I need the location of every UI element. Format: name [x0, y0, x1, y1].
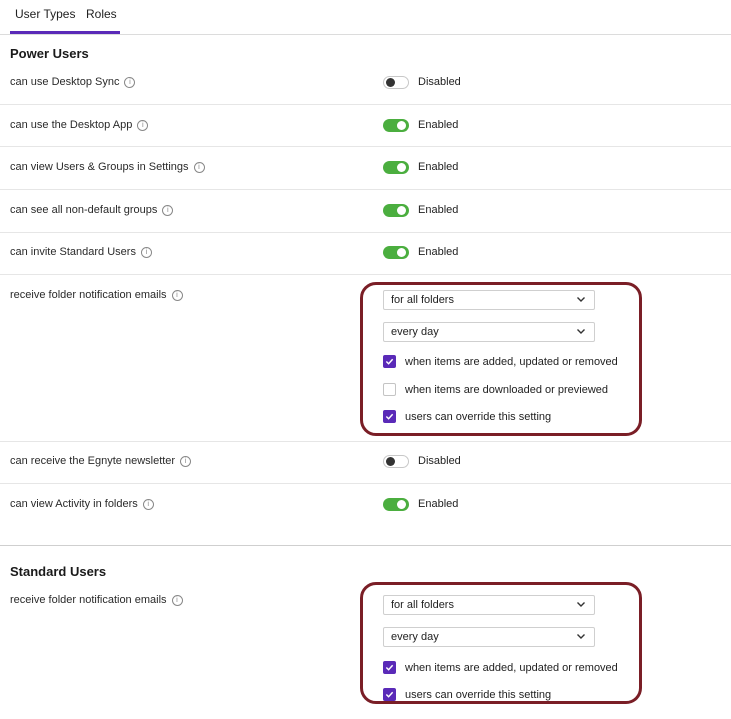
info-icon[interactable]: i [162, 204, 174, 216]
option-users-override: users can override this setting [383, 410, 551, 423]
toggle-knob [397, 500, 406, 509]
status-view-activity: Enabled [418, 498, 459, 510]
setting-label-text: can use Desktop Sync [10, 76, 120, 88]
tabs-divider [0, 34, 731, 35]
setting-label-text: can view Activity in folders [10, 498, 138, 510]
chevron-down-icon [577, 634, 585, 639]
option-items-downloaded: when items are downloaded or previewed [383, 383, 608, 396]
setting-label-text: receive folder notification emails [10, 289, 167, 301]
toggle-newsletter[interactable] [383, 455, 409, 468]
setting-label-text: can use the Desktop App [10, 119, 133, 131]
checkbox-items-added[interactable] [383, 355, 396, 368]
setting-label-folder-notifications: receive folder notification emails i [10, 289, 183, 301]
chevron-down-icon [577, 602, 585, 607]
info-icon[interactable]: i [180, 455, 192, 467]
toggle-view-activity[interactable] [383, 498, 409, 511]
status-non-default-groups: Enabled [418, 204, 459, 216]
setting-label-non-default-groups: can see all non-default groups i [10, 204, 174, 216]
setting-label-view-activity: can view Activity in folders i [10, 498, 154, 510]
standard-frequency-select[interactable]: every day [383, 627, 595, 647]
toggle-knob [397, 206, 406, 215]
setting-label-text: can see all non-default groups [10, 204, 158, 216]
setting-label-text: can receive the Egnyte newsletter [10, 455, 176, 467]
option-label: users can override this setting [405, 688, 552, 701]
standard-users-title: Standard Users [10, 564, 107, 579]
row-divider [0, 104, 731, 105]
toggle-desktop-sync[interactable] [383, 76, 409, 89]
checkmark-icon [385, 413, 394, 420]
info-icon[interactable]: i [171, 594, 183, 606]
toggle-knob [397, 163, 406, 172]
row-divider [0, 274, 731, 275]
status-view-users-groups: Enabled [418, 161, 459, 173]
status-newsletter: Disabled [418, 455, 461, 467]
toggle-non-default-groups[interactable] [383, 204, 409, 217]
info-icon[interactable]: i [140, 246, 152, 258]
setting-label-desktop-sync: can use Desktop Sync i [10, 76, 136, 88]
power-users-title: Power Users [10, 46, 89, 61]
frequency-select[interactable]: every day [383, 322, 595, 342]
setting-label-desktop-app: can use the Desktop App i [10, 119, 149, 131]
frequency-select-value: every day [391, 326, 439, 338]
option-items-added: when items are added, updated or removed [383, 355, 618, 368]
toggle-knob [386, 457, 395, 466]
standard-folders-select[interactable]: for all folders [383, 595, 595, 615]
status-invite-standard-users: Enabled [418, 246, 459, 258]
option-label: users can override this setting [405, 410, 552, 423]
row-divider [0, 441, 731, 442]
checkbox-users-override[interactable] [383, 410, 396, 423]
checkmark-icon [385, 691, 394, 698]
tab-user-types[interactable]: User Types [15, 7, 75, 21]
setting-label-text: receive folder notification emails [10, 594, 167, 606]
setting-label-standard-folder-notifications: receive folder notification emails i [10, 594, 183, 606]
toggle-knob [386, 78, 395, 87]
checkbox-standard-items-added[interactable] [383, 661, 396, 674]
folders-select-value: for all folders [391, 294, 454, 306]
row-divider [0, 483, 731, 484]
checkmark-icon [385, 664, 394, 671]
status-desktop-app: Enabled [418, 119, 459, 131]
standard-option-items-added: when items are added, updated or removed [383, 661, 618, 674]
folders-select[interactable]: for all folders [383, 290, 595, 310]
toggle-view-users-groups[interactable] [383, 161, 409, 174]
toggle-knob [397, 248, 406, 257]
row-divider [0, 146, 731, 147]
info-icon[interactable]: i [171, 289, 183, 301]
row-divider [0, 189, 731, 190]
option-label: when items are downloaded or previewed [405, 383, 609, 396]
toggle-desktop-app[interactable] [383, 119, 409, 132]
frequency-select-value: every day [391, 631, 439, 643]
setting-label-text: can view Users & Groups in Settings [10, 161, 189, 173]
info-icon[interactable]: i [124, 76, 136, 88]
checkbox-standard-users-override[interactable] [383, 688, 396, 701]
toggle-knob [397, 121, 406, 130]
standard-option-users-override: users can override this setting [383, 688, 551, 701]
info-icon[interactable]: i [137, 119, 149, 131]
setting-label-text: can invite Standard Users [10, 246, 136, 258]
row-divider [0, 232, 731, 233]
setting-label-view-users-groups: can view Users & Groups in Settings i [10, 161, 205, 173]
checkmark-icon [385, 358, 394, 365]
toggle-invite-standard-users[interactable] [383, 246, 409, 259]
chevron-down-icon [577, 297, 585, 302]
option-label: when items are added, updated or removed [405, 355, 618, 368]
info-icon[interactable]: i [193, 161, 205, 173]
checkbox-items-downloaded[interactable] [383, 383, 396, 396]
option-label: when items are added, updated or removed [405, 661, 618, 674]
section-divider [0, 545, 731, 546]
setting-label-newsletter: can receive the Egnyte newsletter i [10, 455, 192, 467]
status-desktop-sync: Disabled [418, 76, 461, 88]
info-icon[interactable]: i [142, 498, 154, 510]
chevron-down-icon [577, 329, 585, 334]
setting-label-invite-standard-users: can invite Standard Users i [10, 246, 152, 258]
folders-select-value: for all folders [391, 599, 454, 611]
tab-roles[interactable]: Roles [86, 7, 117, 21]
